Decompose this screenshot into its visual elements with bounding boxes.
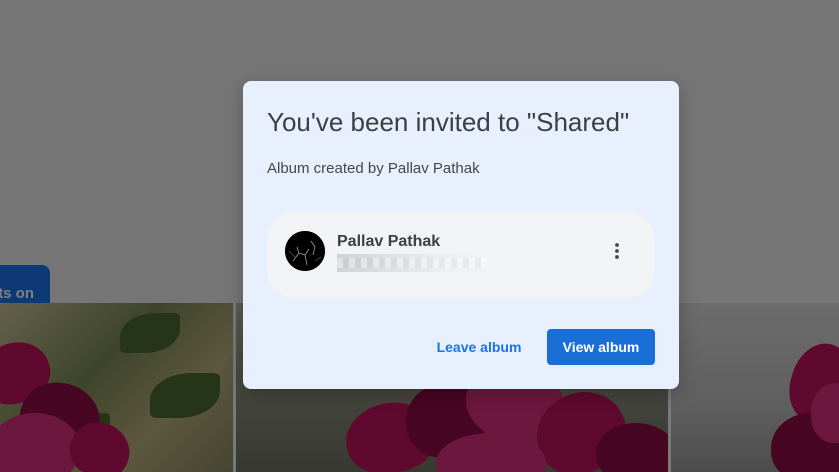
more-options-button[interactable] [601,235,633,267]
owner-name: Pallav Pathak [337,233,441,250]
album-owner-card: Pallav Pathak [267,212,655,298]
dialog-subtitle: Album created by Pallav Pathak [267,160,480,177]
dialog-title: You've been invited to "Shared" [267,107,630,137]
more-vert-icon [615,243,619,259]
view-album-button[interactable]: View album [547,329,655,365]
avatar [285,231,325,271]
invite-dialog: You've been invited to "Shared" Album cr… [243,81,679,389]
owner-email-redacted [337,254,487,272]
leave-album-button[interactable]: Leave album [429,329,529,365]
